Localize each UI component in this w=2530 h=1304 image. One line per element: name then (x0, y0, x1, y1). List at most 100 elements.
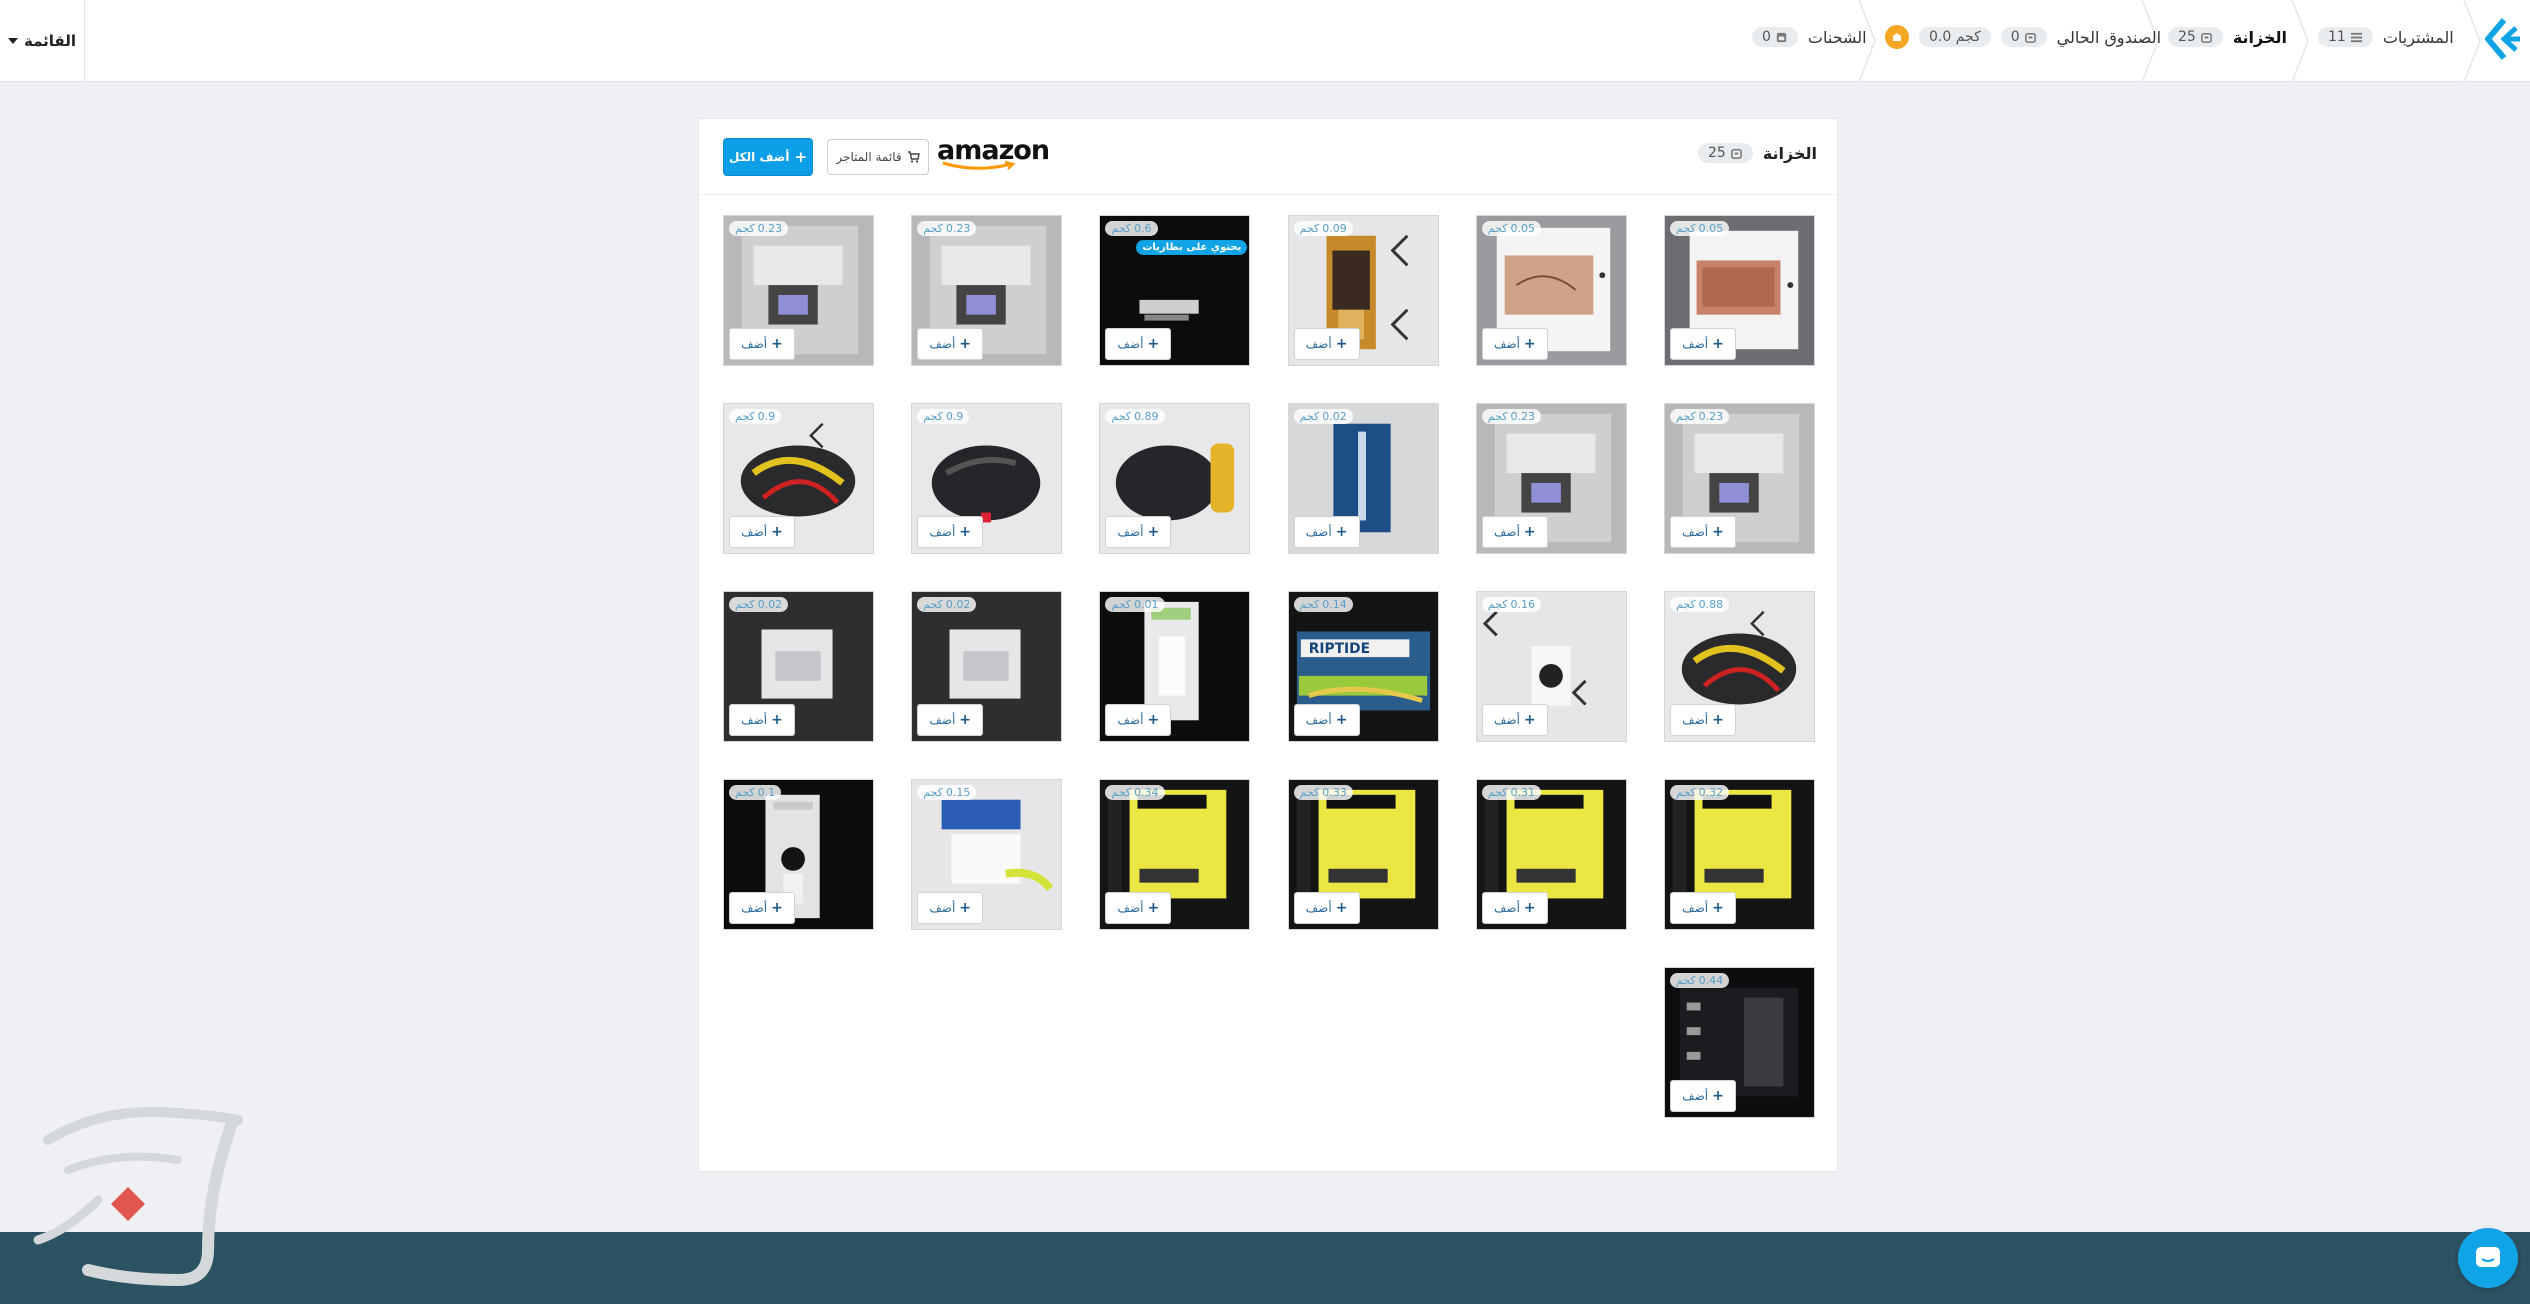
vault-item-card[interactable]: 0.1 كجم + أضف (723, 779, 874, 930)
add-item-button[interactable]: + أضف (729, 516, 795, 548)
vault-item-card[interactable]: 0.6 كجم يحتوي على بطاريات + أضف (1099, 215, 1251, 366)
chat-launcher-button[interactable] (2458, 1228, 2518, 1288)
item-weight-badge: 0.6 كجم (1105, 221, 1158, 236)
nav-purchases[interactable]: المشتريات 11 (2318, 22, 2454, 52)
item-weight-value: 0.01 (1134, 598, 1159, 611)
item-weight-value: 0.1 (757, 786, 776, 799)
item-weight-unit: كجم (1676, 786, 1696, 799)
item-weight-unit: كجم (1299, 410, 1320, 423)
plus-icon: + (959, 900, 972, 916)
shipments-count-badge: 0 (1752, 27, 1798, 47)
item-weight-badge: 0.89 كجم (1105, 409, 1165, 424)
item-weight-value: 0.89 (1134, 410, 1159, 423)
vault-item-card[interactable]: 0.44 كجم + أضف (1664, 967, 1815, 1118)
vault-item-card[interactable]: 0.15 كجم + أضف (911, 779, 1063, 930)
add-item-button[interactable]: + أضف (1293, 328, 1360, 360)
vault-item-card[interactable]: 0.88 كجم + أضف (1664, 591, 1815, 742)
nav-vault[interactable]: الخزانة 25 (2168, 22, 2287, 52)
item-weight-badge: 0.14 كجم (1293, 597, 1353, 612)
item-weight-unit: كجم (1487, 598, 1508, 611)
plus-icon: + (1147, 900, 1160, 916)
shipment-icon (1776, 32, 1787, 42)
add-item-button[interactable]: + أضف (729, 892, 795, 924)
plus-icon: + (771, 712, 783, 728)
plus-icon: + (959, 336, 972, 352)
add-item-button[interactable]: + أضف (1293, 704, 1360, 736)
amazon-smile-icon (942, 161, 1016, 170)
vault-item-card[interactable]: 0.32 كجم + أضف (1664, 779, 1815, 930)
add-item-button[interactable]: + أضف (917, 516, 984, 548)
box-icon (1730, 148, 1742, 159)
item-weight-badge: 0.15 كجم (917, 785, 977, 800)
brand-logo-icon[interactable] (2482, 16, 2522, 62)
add-item-button[interactable]: + أضف (1105, 892, 1172, 924)
add-item-button[interactable]: + أضف (1670, 704, 1736, 736)
plus-icon: + (1712, 900, 1724, 916)
vault-item-card[interactable]: 0.9 كجم + أضف (723, 403, 874, 554)
item-weight-value: 0.02 (945, 598, 971, 611)
plus-icon: + (1523, 900, 1536, 916)
main-menu-button[interactable]: القائمة (0, 0, 85, 82)
add-item-button[interactable]: + أضف (1481, 516, 1548, 548)
add-item-button[interactable]: + أضف (1105, 704, 1172, 736)
vault-item-card[interactable]: 0.01 كجم + أضف (1099, 591, 1251, 742)
add-item-label: أضف (1305, 525, 1332, 539)
nav-shipments[interactable]: الشحنات 0 (1752, 22, 1867, 52)
add-item-button[interactable]: + أضف (1670, 892, 1736, 924)
add-item-label: أضف (741, 901, 768, 915)
plus-icon: + (1335, 524, 1348, 540)
item-weight-badge: 0.05 كجم (1670, 221, 1730, 236)
add-item-label: أضف (929, 525, 956, 539)
item-weight-badge: 0.9 كجم (917, 409, 970, 424)
add-item-button[interactable]: + أضف (1293, 516, 1360, 548)
add-item-button[interactable]: + أضف (1105, 516, 1172, 548)
item-weight-unit: كجم (735, 786, 755, 799)
add-item-button[interactable]: + أضف (1293, 892, 1360, 924)
add-item-button[interactable]: + أضف (917, 328, 984, 360)
blog-watermark-logo (33, 1106, 243, 1287)
nav-current-box[interactable]: الصندوق الحالي 0 0.0 كجم (1885, 22, 2161, 52)
add-item-button[interactable]: + أضف (729, 328, 795, 360)
add-item-button[interactable]: + أضف (917, 892, 984, 924)
current-box-weight-badge: 0.0 كجم (1919, 27, 1991, 47)
add-item-button[interactable]: + أضف (917, 704, 984, 736)
vault-item-card[interactable]: 0.23 كجم + أضف (911, 215, 1063, 366)
plus-icon: + (1335, 900, 1348, 916)
plus-icon: + (1712, 712, 1724, 728)
plus-icon: + (794, 148, 808, 166)
vault-item-card[interactable]: 0.31 كجم + أضف (1475, 779, 1627, 930)
item-weight-unit: كجم (1676, 598, 1696, 611)
vault-item-card[interactable]: 0.23 كجم + أضف (1664, 403, 1815, 554)
add-item-button[interactable]: + أضف (729, 704, 795, 736)
vault-item-card[interactable]: RIPTIDE 0.14 كجم + أضف (1287, 591, 1439, 742)
plus-icon: + (1335, 336, 1348, 352)
vault-item-card[interactable]: 0.05 كجم + أضف (1664, 215, 1815, 366)
add-item-button[interactable]: + أضف (1670, 328, 1736, 360)
vault-item-card[interactable]: 0.89 كجم + أضف (1099, 403, 1251, 554)
vault-item-card[interactable]: 0.34 كجم + أضف (1099, 779, 1251, 930)
item-weight-value: 0.6 (1134, 222, 1152, 235)
vault-item-card[interactable]: 0.02 كجم + أضف (723, 591, 874, 742)
add-item-button[interactable]: + أضف (1481, 328, 1548, 360)
vault-item-card[interactable]: 0.16 كجم + أضف (1475, 591, 1627, 742)
add-item-button[interactable]: + أضف (1481, 704, 1548, 736)
item-weight-badge: 0.23 كجم (1670, 409, 1730, 424)
vault-item-card[interactable]: 0.09 كجم + أضف (1287, 215, 1439, 366)
add-item-button[interactable]: + أضف (1481, 892, 1548, 924)
vault-item-card[interactable]: 0.23 كجم + أضف (1475, 403, 1627, 554)
store-list-button[interactable]: قائمة المتاجر (827, 139, 929, 175)
plus-icon: + (1147, 712, 1160, 728)
vault-item-card[interactable]: 0.05 كجم + أضف (1475, 215, 1627, 366)
plus-icon: + (1523, 712, 1536, 728)
vault-item-card[interactable]: 0.23 كجم + أضف (723, 215, 874, 366)
add-item-button[interactable]: + أضف (1670, 516, 1736, 548)
vault-item-card[interactable]: 0.02 كجم + أضف (1287, 403, 1439, 554)
vault-item-card[interactable]: 0.02 كجم + أضف (911, 591, 1063, 742)
current-box-count: 0 (2010, 29, 2020, 45)
vault-item-card[interactable]: 0.33 كجم + أضف (1287, 779, 1439, 930)
plus-icon: + (1147, 524, 1160, 540)
add-item-button[interactable]: + أضف (1670, 1080, 1736, 1112)
vault-item-card[interactable]: 0.9 كجم + أضف (911, 403, 1063, 554)
add-item-button[interactable]: + أضف (1105, 328, 1172, 360)
add-all-button[interactable]: + أضف الكل (723, 138, 813, 176)
